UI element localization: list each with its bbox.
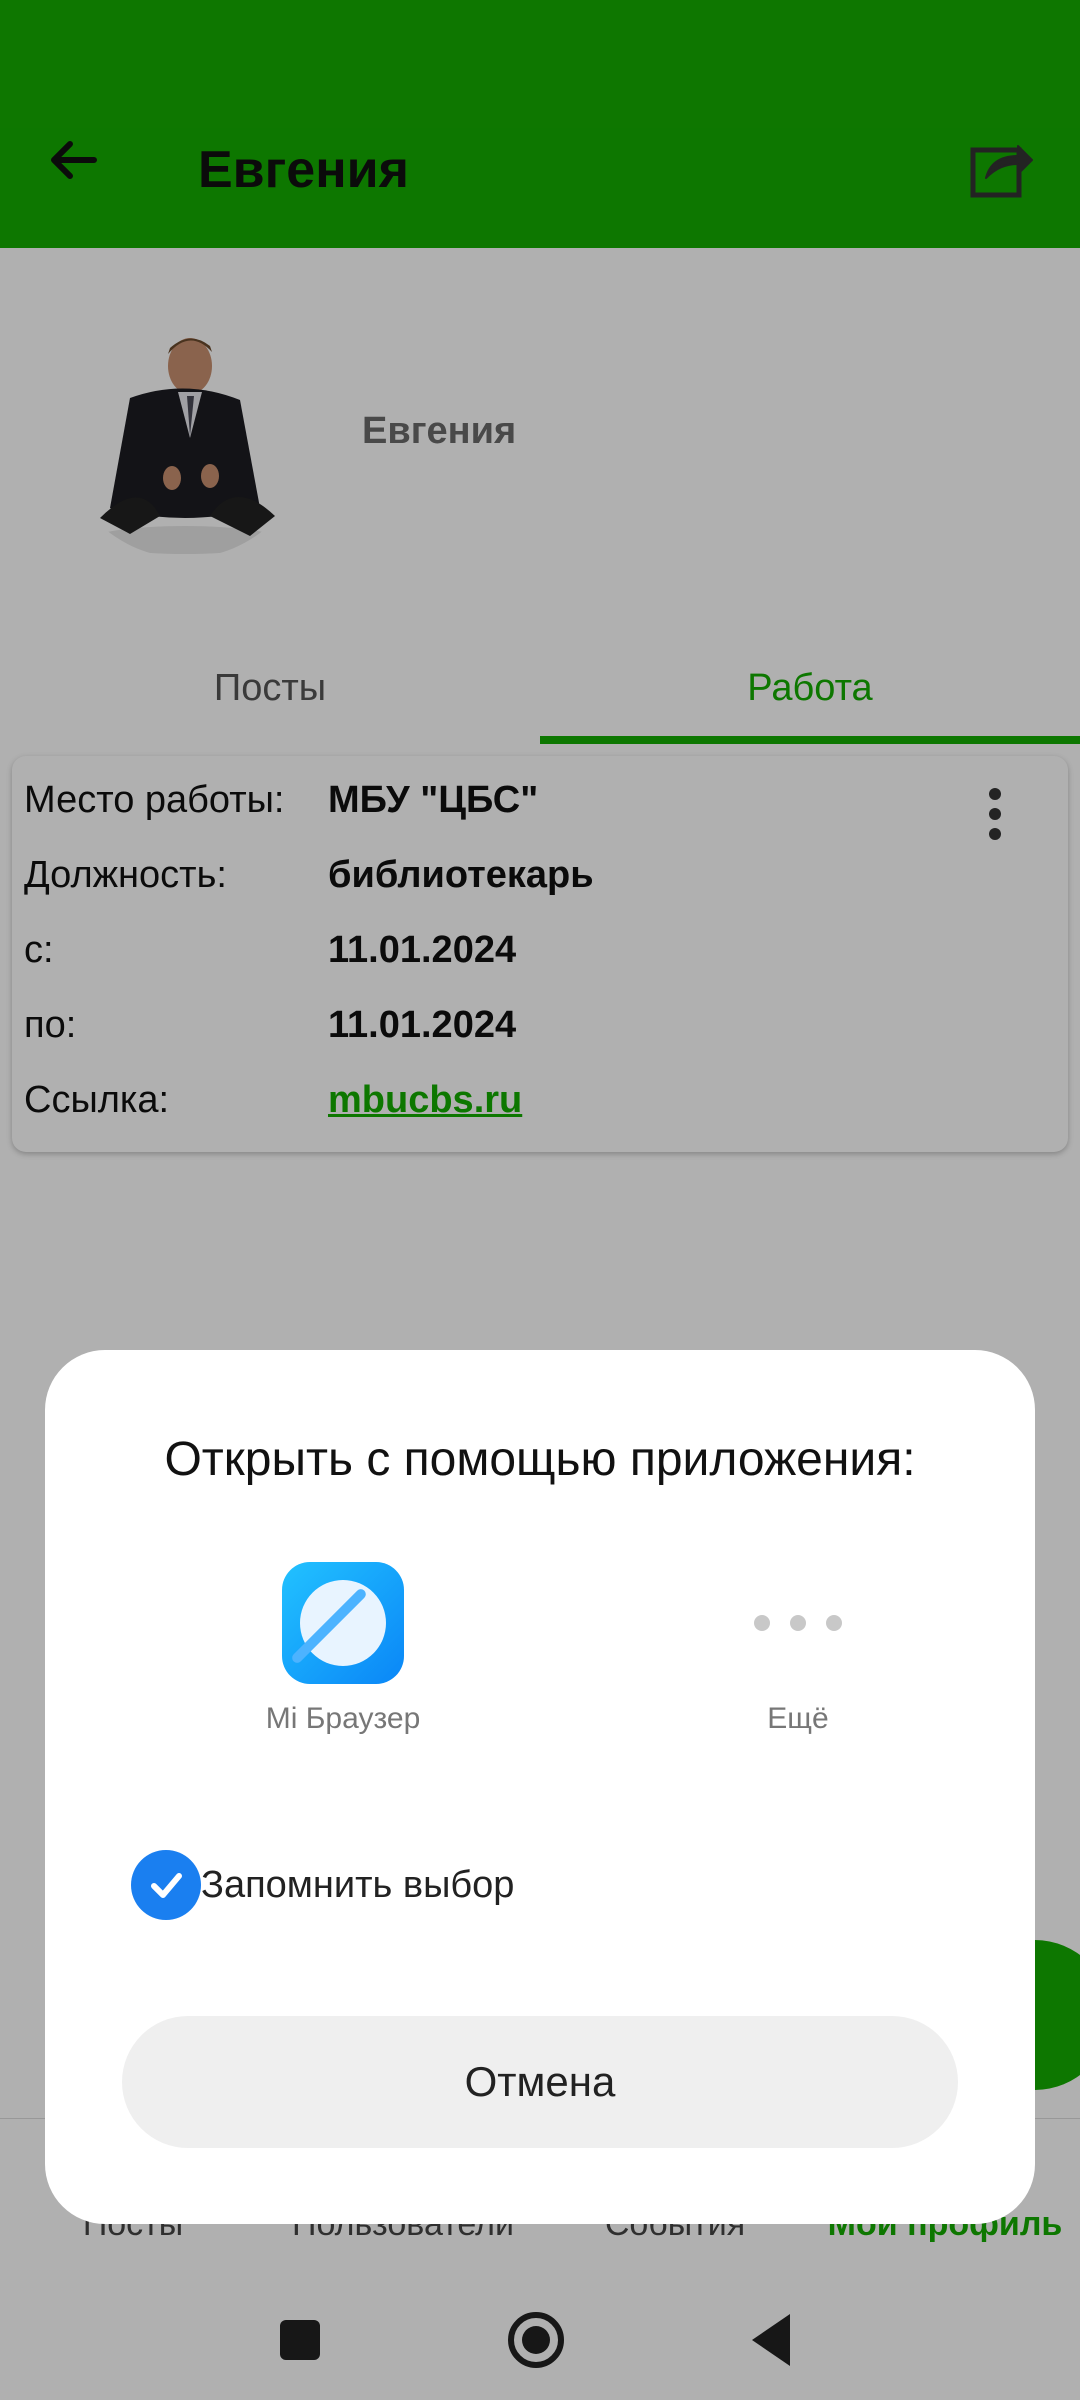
dialog-title: Открыть с помощью приложения: (164, 1433, 916, 1486)
more-dots-icon (737, 1562, 859, 1684)
app-option-mi-browser[interactable]: Mi Браузер (193, 1562, 493, 1736)
app-option-label: Mi Браузер (265, 1702, 421, 1735)
mi-browser-icon (282, 1562, 404, 1684)
screen: Евгения Евгения Посты Работа Место работ… (0, 0, 1080, 2400)
open-with-dialog: Открыть с помощью приложения: Mi Браузер… (45, 1350, 1035, 2224)
checkmark-icon (131, 1850, 201, 1920)
remember-choice-checkbox[interactable]: Запомнить выбор (131, 1850, 514, 1920)
app-option-label: Ещё (767, 1702, 829, 1735)
cancel-button[interactable]: Отмена (122, 2016, 958, 2148)
app-option-more[interactable]: Ещё (648, 1562, 948, 1736)
remember-choice-label: Запомнить выбор (201, 1863, 515, 1906)
